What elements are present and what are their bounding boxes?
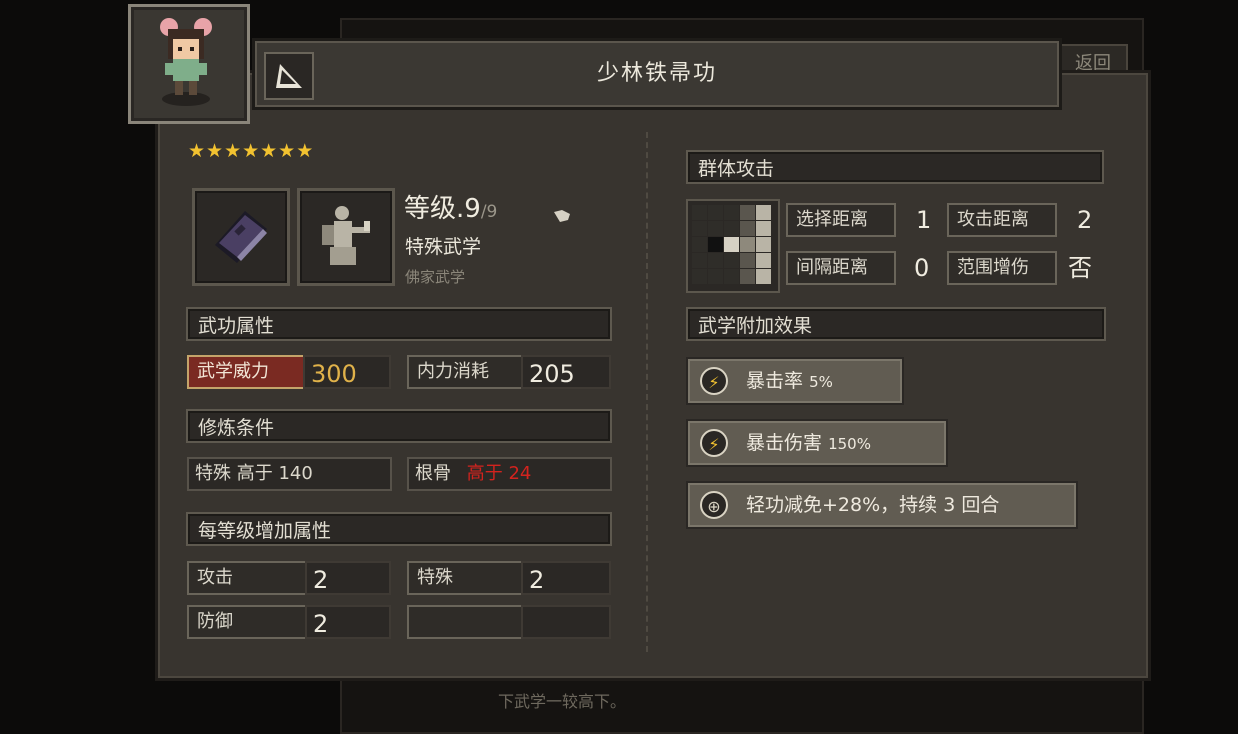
skill-type: 特殊武学 <box>405 236 482 258</box>
per-level-header: 每等级增加属性 <box>186 512 612 546</box>
select-range-value: 1 <box>916 206 932 234</box>
per-level-label-special: 特殊 <box>407 561 523 595</box>
per-level-value-attack: 2 <box>305 561 391 595</box>
requirement-special: 特殊 高于 140 <box>187 457 392 491</box>
skill-category-icon <box>264 52 314 100</box>
effect-item-crit-rate[interactable]: ⚡ 暴击率 5% <box>686 357 904 405</box>
effect-value: 150% <box>828 435 871 453</box>
attack-range-label: 攻击距离 <box>947 203 1057 237</box>
per-level-value-special: 2 <box>521 561 611 595</box>
attack-range-value: 2 <box>1077 206 1093 234</box>
lightning-icon: ⚡ <box>700 429 728 457</box>
per-level-label-attack: 攻击 <box>187 561 307 595</box>
attack-range-grid <box>686 199 780 293</box>
level-label: 等级 <box>404 194 457 224</box>
requirement-constitution-value: 高于 24 <box>466 463 532 484</box>
mp-cost-value: 205 <box>529 360 575 388</box>
lightning-icon: ⚡ <box>700 367 728 395</box>
effect-name: 暴击率 <box>746 370 804 392</box>
mp-cost-value-cell: 205 <box>521 355 611 389</box>
interval-value: 0 <box>914 254 930 282</box>
power-label: 武学威力 <box>187 355 305 389</box>
per-level-label-defense: 防御 <box>187 605 307 639</box>
attributes-header: 武功属性 <box>186 307 612 341</box>
targeting-header: 群体攻击 <box>686 150 1104 184</box>
mp-cost-label: 内力消耗 <box>407 355 523 389</box>
requirement-constitution: 根骨 高于 24 <box>407 457 612 491</box>
level-max: /9 <box>480 202 498 222</box>
power-value-cell: 300 <box>303 355 391 389</box>
per-level-value-defense: 2 <box>305 605 391 639</box>
skill-book-slot[interactable] <box>192 188 290 286</box>
skill-title: 少林铁帚功 <box>596 61 717 86</box>
level-value: .9 <box>456 194 481 224</box>
book-icon <box>215 211 267 263</box>
interval-label: 间隔距离 <box>786 251 896 285</box>
effect-item-qinggong-reduction[interactable]: ⊕ 轻功减免+28%，持续 3 回合 <box>686 481 1078 529</box>
martial-figure-icon <box>322 206 370 265</box>
skill-pose-slot[interactable] <box>297 188 395 286</box>
select-range-label: 选择距离 <box>786 203 896 237</box>
effect-name: 轻功减免+28%，持续 3 回合 <box>746 494 1000 516</box>
target-icon: ⊕ <box>700 491 728 519</box>
cursor-hand-icon <box>552 206 572 228</box>
effects-header: 武学附加效果 <box>686 307 1106 341</box>
range-boost-value: 否 <box>1068 254 1092 282</box>
effect-item-crit-damage[interactable]: ⚡ 暴击伤害 150% <box>686 419 948 467</box>
power-value: 300 <box>311 360 357 388</box>
per-level-label-empty <box>407 605 523 639</box>
effect-name: 暴击伤害 <box>746 432 823 454</box>
range-boost-label: 范围增伤 <box>947 251 1057 285</box>
per-level-value-empty <box>521 605 611 639</box>
title-bar: 少林铁帚功 <box>252 38 1062 110</box>
background-footer-text: 下武学一较高下。 <box>498 692 627 711</box>
effect-value: 5% <box>809 373 833 391</box>
requirement-constitution-label: 根骨 <box>415 463 451 484</box>
requirements-header: 修炼条件 <box>186 409 612 443</box>
skill-level: 等级.9/9 <box>404 188 497 225</box>
character-portrait[interactable] <box>128 4 250 124</box>
star-rating: ★★★★★★★ <box>188 140 315 162</box>
column-divider <box>646 132 648 652</box>
skill-school: 佛家武学 <box>405 268 466 286</box>
